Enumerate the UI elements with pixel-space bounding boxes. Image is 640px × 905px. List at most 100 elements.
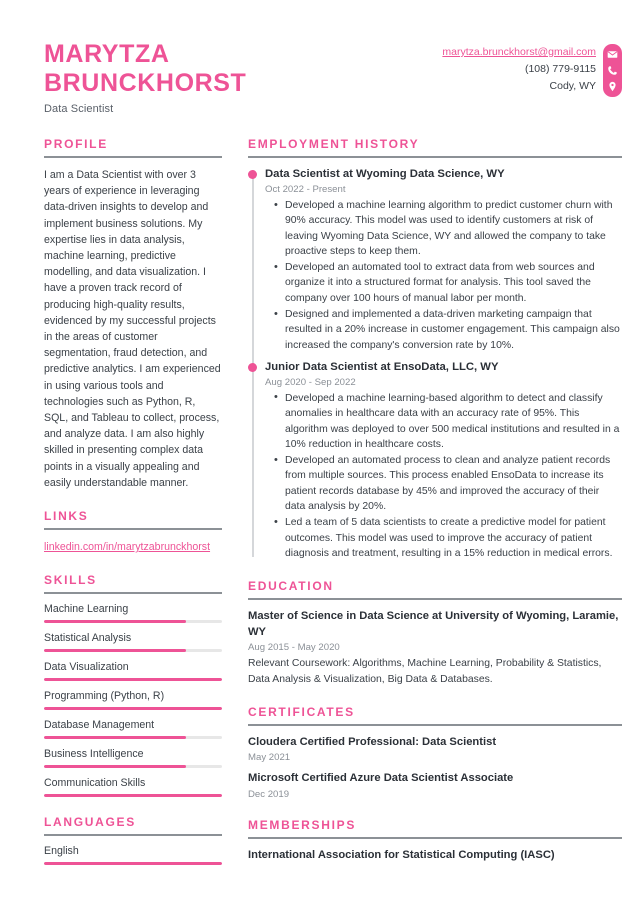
section-certificates: CERTIFICATES Cloudera Certified Professi… <box>248 705 622 800</box>
section-divider <box>248 836 622 839</box>
section-education: EDUCATION Master of Science in Data Scie… <box>248 579 622 687</box>
skill-item: Programming (Python, R) <box>44 690 222 711</box>
section-divider <box>44 592 222 595</box>
entry-title: International Association for Statistica… <box>248 848 555 861</box>
skill-bar-track <box>44 765 222 769</box>
profile-text: I am a Data Scientist with over 3 years … <box>44 169 221 489</box>
job-bullet: Developed a machine learning algorithm t… <box>274 197 622 259</box>
skill-item: Communication Skills <box>44 777 222 798</box>
job-date-range: Aug 2020 - Sep 2022 <box>265 376 356 388</box>
skill-label: Statistical Analysis <box>44 632 132 645</box>
entry-item: Master of Science in Data Science at Uni… <box>248 609 622 687</box>
job-title-heading: Junior Data Scientist at EnsoData, LLC, … <box>265 360 499 373</box>
resume-body: PROFILE I am a Data Scientist with over … <box>0 115 640 883</box>
skill-bar-track <box>44 736 222 740</box>
entry-title: Microsoft Certified Azure Data Scientist… <box>248 772 514 785</box>
skill-bar-fill <box>44 794 222 798</box>
timeline-dot-icon <box>248 362 257 372</box>
section-employment: EMPLOYMENT HISTORY Data Scientist at Wyo… <box>248 137 622 561</box>
contact-location: Cody, WY <box>549 80 596 92</box>
skill-item: Database Management <box>44 719 222 740</box>
section-title-profile: PROFILE <box>44 137 108 151</box>
section-title-languages: LANGUAGES <box>44 815 136 830</box>
section-divider <box>44 834 222 837</box>
location-pin-icon <box>607 81 618 92</box>
entry-item: International Association for Statistica… <box>248 848 622 864</box>
link-item-linkedin[interactable]: linkedin.com/in/marytzabrunckhorst <box>44 539 222 555</box>
entry-date: Aug 2015 - May 2020 <box>248 642 340 654</box>
timeline-dot-icon <box>248 170 257 179</box>
job-entry: Junior Data Scientist at EnsoData, LLC, … <box>248 360 622 561</box>
main-column: EMPLOYMENT HISTORY Data Scientist at Wyo… <box>248 137 622 883</box>
job-entry: Data Scientist at Wyoming Data Science, … <box>248 167 622 353</box>
skill-bar-track <box>44 862 222 866</box>
entry-description: Relevant Coursework: Algorithms, Machine… <box>248 658 602 685</box>
section-links: LINKS linkedin.com/in/marytzabrunckhorst <box>44 509 222 555</box>
section-title-links: LINKS <box>44 509 89 524</box>
job-title: Data Scientist <box>44 103 114 115</box>
section-divider <box>248 598 622 601</box>
section-memberships: MEMBERSHIPS International Association fo… <box>248 818 622 864</box>
memberships-list: International Association for Statistica… <box>248 848 622 864</box>
entry-item: Microsoft Certified Azure Data Scientist… <box>248 771 622 800</box>
resume-header: MARYTZA BRUNCKHORST Data Scientist maryt… <box>0 0 640 115</box>
entry-title: Cloudera Certified Professional: Data Sc… <box>248 735 497 748</box>
skill-item: Business Intelligence <box>44 748 222 769</box>
contact-lines: marytza.brunckhorst@gmail.com (108) 779-… <box>442 44 596 95</box>
skill-label: Programming (Python, R) <box>44 690 165 703</box>
job-bullet-list: Developed a machine learning-based algor… <box>265 390 622 561</box>
entry-date: May 2021 <box>248 752 291 764</box>
job-bullet: Developed an automated tool to extract d… <box>274 260 622 306</box>
job-bullet: Developed a machine learning-based algor… <box>274 390 622 452</box>
section-title-memberships: MEMBERSHIPS <box>248 817 357 832</box>
section-title-education: EDUCATION <box>248 579 334 594</box>
certificates-list: Cloudera Certified Professional: Data Sc… <box>248 735 622 800</box>
entry-item: Cloudera Certified Professional: Data Sc… <box>248 735 622 764</box>
education-list: Master of Science in Data Science at Uni… <box>248 609 622 687</box>
entry-title: Master of Science in Data Science at Uni… <box>248 610 619 638</box>
skill-item: Statistical Analysis <box>44 632 222 653</box>
section-languages: LANGUAGES English <box>44 815 222 866</box>
employment-timeline: Data Scientist at Wyoming Data Science, … <box>248 167 622 561</box>
skill-bar-fill <box>44 707 222 711</box>
phone-icon <box>607 65 618 76</box>
contact-block: marytza.brunckhorst@gmail.com (108) 779-… <box>442 38 622 97</box>
languages-list: English <box>44 845 222 866</box>
skill-item: English <box>44 845 222 866</box>
skill-label: Database Management <box>44 719 155 732</box>
skill-bar-fill <box>44 620 187 624</box>
contact-email-link[interactable]: marytza.brunckhorst@gmail.com <box>442 44 596 61</box>
skill-label: Communication Skills <box>44 777 146 790</box>
skill-label: Data Visualization <box>44 661 129 674</box>
sidebar: PROFILE I am a Data Scientist with over … <box>44 137 222 883</box>
contact-icon-strip <box>603 44 622 97</box>
skill-item: Machine Learning <box>44 603 222 624</box>
section-title-skills: SKILLS <box>44 573 97 588</box>
section-profile: PROFILE I am a Data Scientist with over … <box>44 137 222 491</box>
skill-item: Data Visualization <box>44 661 222 682</box>
skill-bar-track <box>44 649 222 653</box>
skills-list: Machine Learning Statistical Analysis Data… <box>44 603 222 798</box>
job-bullet-list: Developed a machine learning algorithm t… <box>265 197 622 353</box>
skill-bar-fill <box>44 765 187 769</box>
contact-phone: (108) 779-9115 <box>524 63 596 75</box>
skill-bar-track <box>44 620 222 624</box>
skill-bar-track <box>44 794 222 798</box>
skill-bar-fill <box>44 862 222 866</box>
section-divider <box>248 156 622 158</box>
name-block: MARYTZA BRUNCKHORST Data Scientist <box>44 38 274 115</box>
job-bullet: Developed an automated process to clean … <box>274 453 622 514</box>
page-title: MARYTZA BRUNCKHORST <box>44 40 247 97</box>
skill-bar-fill <box>44 736 187 740</box>
job-date-range: Oct 2022 - Present <box>265 184 346 195</box>
job-title-heading: Data Scientist at Wyoming Data Science, … <box>265 168 505 180</box>
skill-label: English <box>44 845 79 858</box>
skill-label: Machine Learning <box>44 603 129 616</box>
section-divider <box>248 723 622 726</box>
section-skills: SKILLS Machine Learning Statistical Analy… <box>44 573 222 798</box>
section-divider <box>44 156 222 158</box>
section-title-employment: EMPLOYMENT HISTORY <box>248 137 420 151</box>
job-bullet: Led a team of 5 data scientists to creat… <box>274 515 622 561</box>
section-divider <box>44 528 222 531</box>
skill-bar-track <box>44 707 222 711</box>
